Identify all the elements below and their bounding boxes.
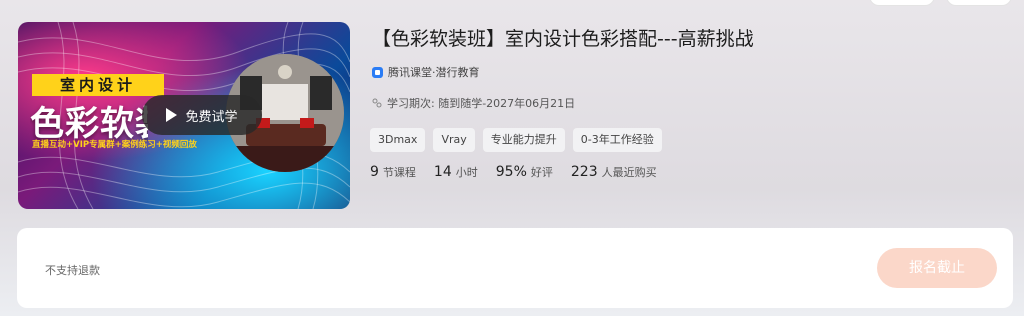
course-stats: 9 节课程 14 小时 95% 好评 223 人最近购买: [370, 164, 657, 180]
tag-vray[interactable]: Vray: [433, 128, 475, 152]
stat-rating-unit: 好评: [530, 166, 553, 179]
stat-lessons-unit: 节课程: [382, 166, 416, 179]
tag-3dmax[interactable]: 3Dmax: [370, 128, 426, 152]
free-trial-button[interactable]: 免费试学: [142, 95, 262, 135]
stat-rating-value: 95%: [495, 164, 527, 180]
stat-hours: 14 小时: [434, 164, 478, 180]
org-name: 腾讯课堂·潜行教育: [388, 66, 480, 79]
stat-buyers: 223 人最近购买: [571, 164, 657, 180]
calendar-icon: [372, 98, 382, 108]
stat-rating: 95% 好评: [496, 164, 553, 180]
org-logo-icon: [372, 66, 383, 78]
course-org[interactable]: 腾讯课堂·潜行教育: [372, 64, 480, 80]
top-action-button-1[interactable]: [869, 0, 935, 6]
purchase-bar: 不支持退款 报名截止: [17, 228, 1013, 308]
stat-buyers-value: 223: [570, 164, 598, 180]
course-cover[interactable]: 室内设计 色彩软装 直播互动+VIP专属群+案例练习+视频回放 免费试学: [18, 22, 350, 209]
stat-lessons-value: 9: [370, 164, 379, 180]
stat-hours-value: 14: [433, 164, 452, 180]
free-trial-label: 免费试学: [185, 109, 238, 125]
top-action-button-2[interactable]: [946, 0, 1012, 6]
stat-lessons: 9 节课程: [370, 164, 416, 180]
cover-badge: 室内设计: [32, 74, 164, 96]
enrollment-closed-button[interactable]: 报名截止: [877, 248, 997, 288]
stat-hours-unit: 小时: [455, 166, 478, 179]
stat-buyers-unit: 人最近购买: [601, 166, 657, 179]
play-icon: [166, 108, 178, 122]
period-text: 学习期次: 随到随学-2027年06月21日: [387, 97, 576, 110]
study-period: 学习期次: 随到随学-2027年06月21日: [372, 95, 575, 111]
tag-experience[interactable]: 0-3年工作经验: [572, 128, 662, 152]
refund-note: 不支持退款: [45, 264, 100, 277]
course-tags: 3Dmax Vray 专业能力提升 0-3年工作经验: [370, 128, 662, 152]
cover-features-line: 直播互动+VIP专属群+案例练习+视频回放: [32, 140, 197, 150]
course-title: 【色彩软装班】室内设计色彩搭配---高薪挑战: [372, 28, 754, 50]
tag-skill-improvement[interactable]: 专业能力提升: [482, 128, 565, 152]
